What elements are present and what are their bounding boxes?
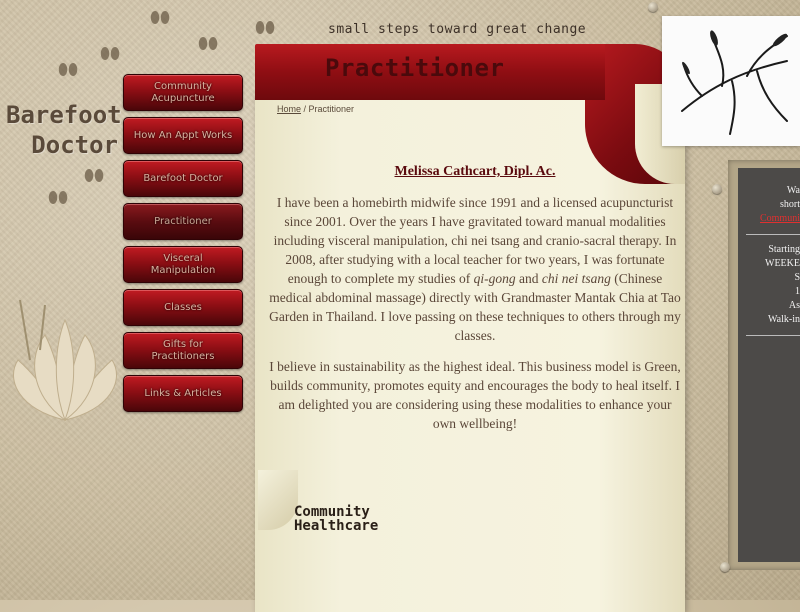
breadcrumb-current: Practitioner (308, 104, 355, 114)
sidebar-text: Starting (768, 244, 800, 255)
info-sidebar: Wa short Communi Starting WEEKE S 1 As W… (738, 168, 800, 562)
nav-item-visceral-manipulation[interactable]: Visceral Manipulation (123, 246, 243, 283)
practitioner-name: Melissa Cathcart, Dipl. Ac. (394, 164, 556, 179)
sidebar-notice: Wa short Communi (746, 168, 800, 235)
sidebar-text: S (794, 272, 800, 283)
bio-text: and (515, 271, 542, 286)
nav-item-practitioner[interactable]: Practitioner (123, 203, 243, 240)
nav-item-label: Visceral Manipulation (150, 252, 216, 276)
bamboo-brush-image (662, 16, 800, 146)
site-title-line2: Doctor (31, 131, 118, 159)
nav-item-label: Community Acupuncture (151, 80, 215, 104)
sidebar-hours: Starting WEEKE S 1 As Walk-in (746, 235, 800, 336)
sidebar-text: As (788, 300, 800, 311)
breadcrumb: Home / Practitioner (277, 104, 354, 114)
nav-item-barefoot-doctor[interactable]: Barefoot Doctor (123, 160, 243, 197)
nav-item-label: How An Appt Works (133, 129, 233, 141)
nav-item-classes[interactable]: Classes (123, 289, 243, 326)
footprint-icon: ⬮⬮ (48, 190, 69, 207)
footprint-icon: ⬮⬮ (255, 20, 276, 37)
bio-emphasis: chi nei tsang (541, 271, 611, 286)
page-title: Practitioner (325, 54, 505, 82)
nav-item-community-acupuncture[interactable]: Community Acupuncture (123, 74, 243, 111)
bio-emphasis: qi-gong (473, 271, 516, 286)
sidebar-text: short (780, 199, 800, 210)
bio-paragraph-2: I believe in sustainability as the highe… (269, 359, 681, 431)
sidebar-text: WEEKE (765, 258, 800, 269)
rivet-icon (720, 562, 730, 572)
nav-item-how-an-appt-works[interactable]: How An Appt Works (123, 117, 243, 154)
bio-paragraph-1: I have been a homebirth midwife since 19… (269, 193, 681, 345)
nav-item-label: Practitioner (154, 215, 212, 227)
sidebar-text: Wa (786, 185, 800, 196)
logo-line2: Healthcare (294, 518, 379, 534)
lotus-flower-icon (13, 300, 117, 422)
main-content: Melissa Cathcart, Dipl. Ac. I have been … (269, 162, 681, 445)
logo-line1: Community (294, 504, 370, 520)
footprint-icon: ⬮⬮ (84, 168, 105, 185)
footprint-icon: ⬮⬮ (100, 46, 121, 63)
main-nav: Community Acupuncture How An Appt Works … (123, 74, 243, 418)
footprint-icon: ⬮⬮ (58, 62, 79, 79)
sidebar-text: Walk-in (768, 314, 800, 325)
footprint-icon: ⬮⬮ (198, 36, 219, 53)
site-logo[interactable]: Barefoot Doctor (6, 100, 122, 160)
scroll-header: Practitioner (255, 44, 605, 100)
nav-item-label: Gifts for Practitioners (151, 338, 215, 362)
sidebar-link[interactable]: Communi (746, 212, 800, 226)
bamboo-icon (681, 30, 788, 135)
nav-item-links-articles[interactable]: Links & Articles (123, 375, 243, 412)
breadcrumb-home-link[interactable]: Home (277, 104, 301, 114)
site-tagline: small steps toward great change (328, 22, 587, 37)
nav-item-label: Links & Articles (144, 387, 222, 399)
breadcrumb-separator: / (301, 104, 309, 114)
footprint-icon: ⬮⬮ (150, 10, 171, 27)
community-healthcare-logo: Community Healthcare (294, 505, 378, 533)
rivet-icon (648, 2, 658, 12)
sidebar-text: 1 (795, 286, 800, 297)
nav-item-label: Barefoot Doctor (143, 172, 223, 184)
nav-item-label: Classes (164, 301, 202, 313)
site-title-line1: Barefoot (6, 101, 122, 129)
rivet-icon (712, 184, 722, 194)
nav-item-gifts-for-practitioners[interactable]: Gifts for Practitioners (123, 332, 243, 369)
